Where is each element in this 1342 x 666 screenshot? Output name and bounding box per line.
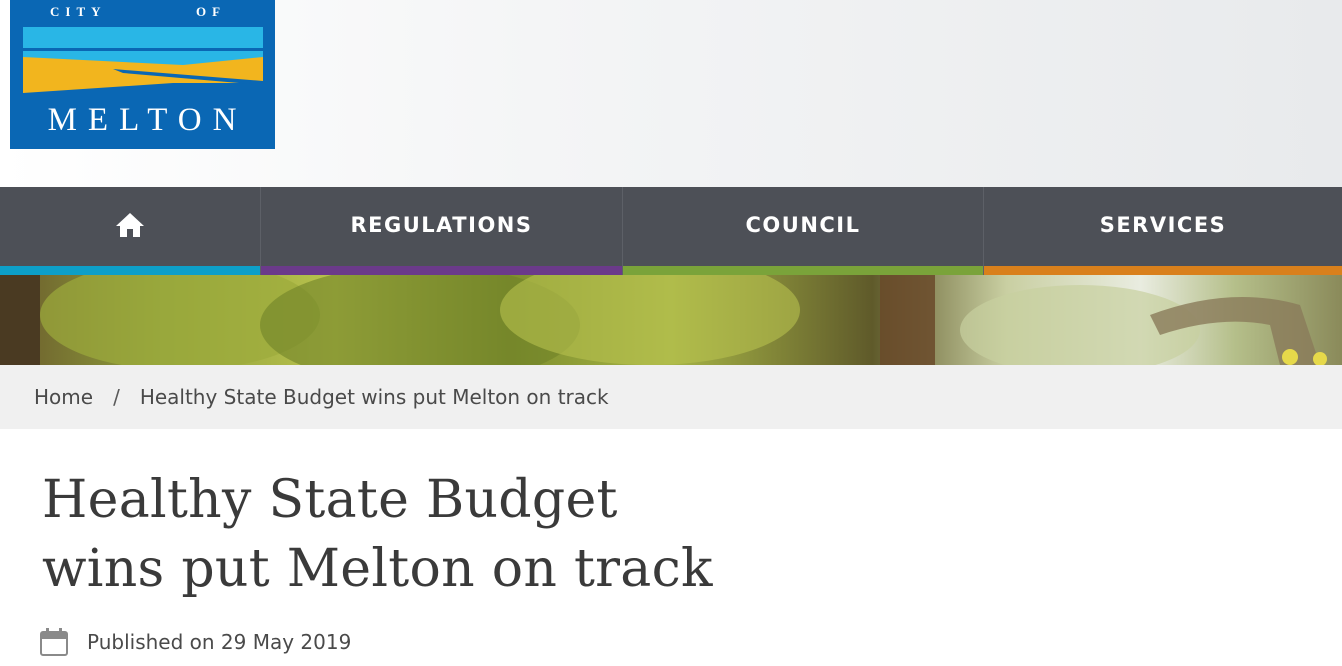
nav-regulations[interactable]: REGULATIONS [261,187,623,275]
page-title: Healthy State Budget wins put Melton on … [42,470,713,599]
logo-top-text: CITY OF [10,2,275,22]
site-header: CITY OF MELTON [0,0,1342,187]
nav-services[interactable]: SERVICES [984,187,1342,275]
logo-word-of: OF [196,4,227,19]
nav-council[interactable]: COUNCIL [623,187,984,275]
logo-stripes-graphic [23,27,263,93]
city-of-melton-logo[interactable]: CITY OF MELTON [10,0,275,149]
calendar-icon [40,628,68,656]
nav-services-label: SERVICES [1099,213,1227,237]
hero-banner-image [0,275,1342,365]
nav-regulations-label: REGULATIONS [350,213,533,237]
breadcrumb: Home / Healthy State Budget wins put Mel… [0,365,1342,429]
published-date: Published on 29 May 2019 [40,626,351,658]
nav-home-accent-bar [0,266,260,275]
nav-council-label: COUNCIL [745,213,861,237]
nav-home[interactable] [0,187,261,275]
nav-council-accent-bar [623,266,983,275]
logo-word-city: CITY [50,4,107,19]
breadcrumb-current: Healthy State Budget wins put Melton on … [139,385,609,409]
nav-services-accent-bar [984,266,1342,275]
nav-regulations-accent-bar [261,266,622,275]
breadcrumb-separator: / [113,385,120,409]
home-icon [116,213,144,237]
published-date-text: Published on 29 May 2019 [87,630,352,654]
logo-name-text: MELTON [47,102,248,138]
banner-foliage-graphic [0,275,1327,365]
main-navigation: REGULATIONS COUNCIL SERVICES [0,187,1342,275]
breadcrumb-home-link[interactable]: Home [34,385,93,409]
